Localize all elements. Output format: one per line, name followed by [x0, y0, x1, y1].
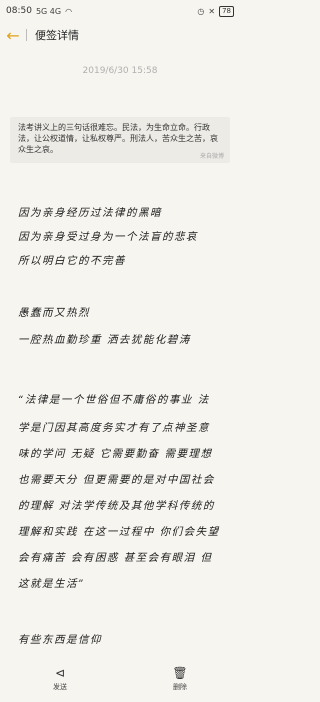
note-line: 愚蠢而又热烈 — [18, 307, 90, 319]
battery-icon: 78 — [219, 5, 234, 17]
status-bar: 08:50 5G 4G ◠ ◷ ✕ 78 — [0, 0, 240, 22]
header-divider — [26, 29, 27, 41]
status-time: 08:50 — [6, 6, 32, 16]
delete-label: 删除 — [173, 683, 187, 691]
share-label: 发送 — [53, 683, 67, 691]
quote-card[interactable]: 法考讲义上的三句话很难忘。民法，为生命立命。行政法，让公权道情，让私权尊严。刑法… — [10, 117, 230, 163]
note-line: 味的学问 无疑 它需要勤奋 需要理想 — [18, 448, 213, 460]
note-line: 这就是生活” — [18, 578, 85, 590]
note-line: “法律是一个世俗但不庸俗的事业 法 — [18, 394, 210, 406]
note-line: 理解和实践 在这一过程中 你们会失望 — [18, 526, 220, 538]
quote-text: 法考讲义上的三句话很难忘。民法，为生命立命。行政法，让公权道情，让私权尊严。刑法… — [18, 123, 218, 154]
note-date: 2019/6/30 15:58 — [82, 66, 158, 76]
wifi-icon: ◠ — [65, 6, 73, 16]
signal-icon: 5G 4G — [35, 6, 62, 16]
note-line: 会有痛苦 会有困惑 甚至会有眼泪 但 — [18, 552, 213, 564]
status-right: ◷ ✕ 78 — [197, 5, 234, 17]
alarm-icon: ◷ — [197, 6, 205, 16]
note-line: 有些东西是信仰 — [18, 634, 102, 646]
header: ← 便签详情 — [0, 22, 240, 48]
chevron-left-icon: ← — [6, 25, 20, 45]
note-line: 学是门因其高度务实才有了点神圣意 — [18, 422, 210, 434]
page-title: 便签详情 — [35, 29, 79, 42]
mute-icon: ✕ — [208, 6, 216, 16]
share-button[interactable]: ⊲ 发送 — [30, 666, 90, 692]
share-icon: ⊲ — [54, 666, 66, 680]
quote-source: 来自微博 — [199, 153, 224, 160]
status-left: 08:50 5G 4G ◠ — [6, 6, 72, 16]
note-line: 也需要天分 但更需要的是对中国社会 — [18, 474, 215, 486]
note-line: 所以明白它的不完善 — [18, 255, 126, 267]
note-line: 因为亲身受过身为一个法盲的悲哀 — [18, 231, 198, 243]
note-line: 的理解 对法学传统及其他学科传统的 — [18, 500, 215, 512]
bottom-toolbar: ⊲ 发送 🗑 删除 — [0, 666, 240, 702]
back-button[interactable]: ← — [0, 22, 26, 48]
trash-icon: 🗑 — [172, 666, 188, 680]
note-line: 因为亲身经历过法律的黑暗 — [18, 207, 162, 219]
delete-button[interactable]: 🗑 删除 — [150, 666, 210, 692]
note-line: 一腔热血勤珍重 洒去犹能化碧涛 — [18, 334, 191, 346]
